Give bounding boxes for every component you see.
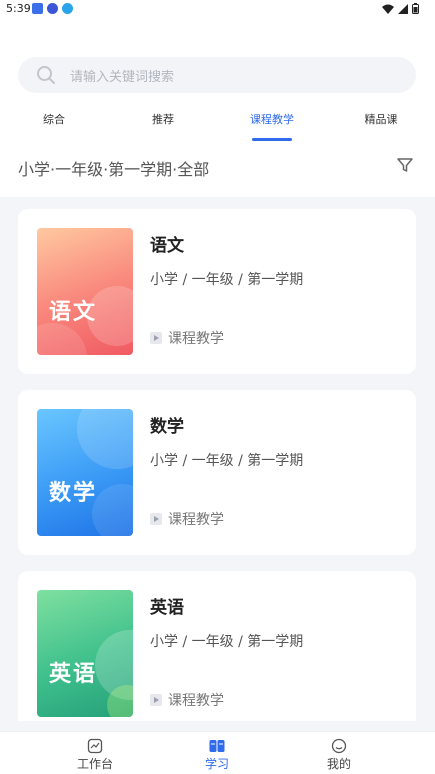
search-icon xyxy=(37,66,55,84)
nav-label: 工作台 xyxy=(76,757,114,771)
download-icon xyxy=(62,3,73,14)
course-title: 语文 xyxy=(150,236,184,256)
search-input[interactable]: 请输入关键词搜索 xyxy=(18,57,416,93)
nav-study[interactable]: 学习 xyxy=(205,738,229,772)
tab-comprehensive[interactable]: 综合 xyxy=(43,111,65,127)
signal-icon xyxy=(398,3,408,14)
book-icon xyxy=(209,740,225,752)
notification-icons xyxy=(32,3,73,14)
nav-workbench[interactable]: 工作台 xyxy=(77,738,113,772)
cover-label: 语文 xyxy=(49,299,98,325)
bottom-navigation: 工作台 学习 我的 xyxy=(0,731,435,774)
moon-icon xyxy=(47,3,58,14)
course-title: 英语 xyxy=(150,598,184,618)
course-cover-english: 英语 xyxy=(37,590,133,717)
tab-recommend[interactable]: 推荐 xyxy=(152,111,174,127)
course-subtitle: 小学 / 一年级 / 第一学期 xyxy=(150,272,304,288)
video-icon xyxy=(150,332,162,344)
system-icons xyxy=(382,3,419,14)
tab-course-teaching[interactable]: 课程教学 xyxy=(250,111,294,127)
course-card-english[interactable]: 英语 英语 小学 / 一年级 / 第一学期 课程教学 xyxy=(18,571,416,721)
course-tag: 课程教学 xyxy=(150,690,224,710)
cover-label: 英语 xyxy=(49,661,98,687)
course-tag-label: 课程教学 xyxy=(168,512,224,528)
course-subtitle: 小学 / 一年级 / 第一学期 xyxy=(150,453,304,469)
active-tab-indicator xyxy=(252,138,292,141)
nav-profile[interactable]: 我的 xyxy=(327,738,351,772)
course-card-math[interactable]: 数学 数学 小学 / 一年级 / 第一学期 课程教学 xyxy=(18,390,416,555)
search-placeholder: 请输入关键词搜索 xyxy=(70,70,175,85)
tab-premium-course[interactable]: 精品课 xyxy=(365,111,398,127)
filter-breadcrumb[interactable]: 小学·一年级·第一学期·全部 xyxy=(18,156,209,180)
video-icon xyxy=(150,513,162,525)
course-cover-chinese: 语文 xyxy=(37,228,133,355)
course-title: 数学 xyxy=(150,417,184,437)
category-tabs: 综合 推荐 课程教学 精品课 xyxy=(0,108,435,142)
course-tag-label: 课程教学 xyxy=(168,693,224,709)
filter-icon[interactable] xyxy=(396,156,414,174)
wifi-icon xyxy=(382,4,394,14)
course-tag-label: 课程教学 xyxy=(168,331,224,347)
course-card-chinese[interactable]: 语文 语文 小学 / 一年级 / 第一学期 课程教学 xyxy=(18,209,416,374)
course-tag: 课程教学 xyxy=(150,328,224,348)
cover-label: 数学 xyxy=(49,480,98,506)
video-icon xyxy=(150,694,162,706)
course-subtitle: 小学 / 一年级 / 第一学期 xyxy=(150,634,304,650)
status-bar: 5:39 xyxy=(0,0,435,18)
workbench-icon xyxy=(87,738,103,754)
course-cover-math: 数学 xyxy=(37,409,133,536)
nav-label: 学习 xyxy=(204,757,230,771)
status-time: 5:39 xyxy=(6,2,31,15)
profile-icon xyxy=(331,738,347,754)
course-tag: 课程教学 xyxy=(150,509,224,529)
nav-label: 我的 xyxy=(326,757,352,771)
battery-icon xyxy=(412,3,419,14)
app-notification-icon xyxy=(32,3,43,14)
